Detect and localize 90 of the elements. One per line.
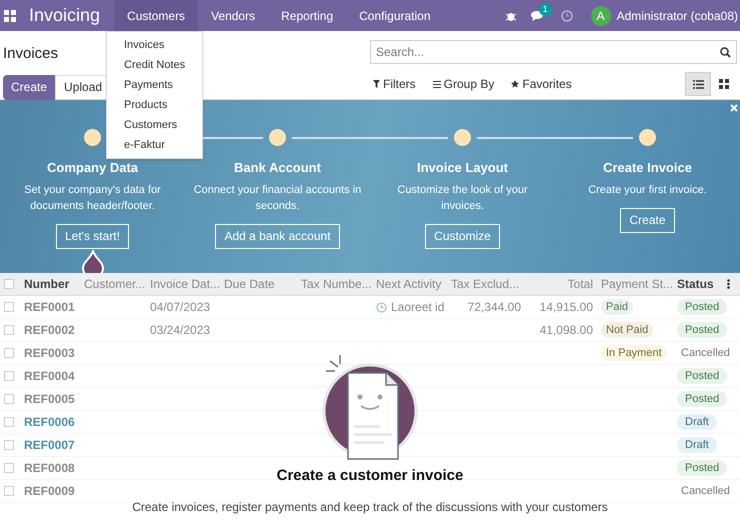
dropdown-item[interactable]: e-Faktur: [107, 135, 202, 155]
step-description: Set your company's data for documents header/footer.: [23, 182, 162, 214]
table-cell-text: REF0008: [24, 460, 75, 477]
step-title: Invoice Layout: [416, 159, 508, 177]
list-icon: [692, 80, 704, 88]
table-cell-text: REF0007: [24, 437, 75, 454]
table-cell-text: 03/24/2023: [150, 322, 210, 339]
row-checkbox[interactable]: [4, 417, 14, 427]
column-header[interactable]: Customer...: [80, 275, 146, 293]
nav-menu[interactable]: Reporting: [268, 0, 346, 31]
step-button[interactable]: Create: [620, 208, 675, 232]
status-badge: Posted: [677, 460, 728, 476]
next-activity: Laoreet id: [391, 299, 444, 316]
status-badge: Posted: [677, 322, 728, 338]
nav-menu[interactable]: Customers: [114, 0, 198, 31]
user-name[interactable]: Administrator (coba08): [616, 6, 738, 24]
column-header[interactable]: Next Activity: [372, 275, 447, 293]
step-description: Connect your financial accounts in seconds.: [192, 182, 362, 214]
table-cell-text: 41,098.00: [540, 322, 593, 339]
funnel-icon: [373, 80, 380, 88]
column-header[interactable]: Total: [525, 275, 597, 293]
status-label: Cancelled: [680, 346, 731, 361]
create-button[interactable]: Create: [3, 74, 56, 100]
row-checkbox[interactable]: [4, 463, 14, 473]
column-header[interactable]: Tax Exclud...: [447, 275, 525, 293]
column-header[interactable]: Payment St...: [597, 275, 673, 293]
filter-menu-button[interactable]: Group By: [432, 75, 494, 93]
status-badge: Draft: [677, 436, 717, 454]
table-cell-text: REF0001: [24, 299, 75, 316]
step-title: Create Invoice: [603, 159, 692, 177]
dropdown-item[interactable]: Customers: [107, 115, 202, 135]
column-header[interactable]: Invoice Dat...: [146, 275, 220, 293]
status-badge: Posted: [677, 368, 728, 384]
status-badge: Draft: [677, 414, 717, 430]
step-description: Customize the look of your invoices.: [396, 182, 529, 214]
grid-icon: [719, 79, 729, 89]
table-cell-text: REF0002: [24, 322, 75, 339]
table-cell-text: 04/07/2023: [150, 299, 210, 316]
filter-menu-button[interactable]: Favorites: [511, 75, 572, 93]
row-checkbox[interactable]: [4, 486, 14, 496]
close-icon[interactable]: [730, 104, 738, 112]
status-badge: Posted: [677, 298, 728, 316]
row-checkbox[interactable]: [4, 348, 14, 358]
column-header[interactable]: Status: [673, 275, 725, 293]
message-count-badge: 1: [538, 2, 552, 16]
apps-grid-icon[interactable]: [4, 10, 16, 22]
app-title[interactable]: Invoicing: [29, 2, 100, 29]
step-title: Company Data: [46, 159, 138, 177]
row-checkbox[interactable]: [4, 440, 14, 450]
empty-state-text: Create invoices, register payments and keep track of the discussions with your customers: [132, 498, 608, 516]
table-cell-text: REF0003: [24, 345, 75, 362]
table-cell-text: REF0006: [24, 414, 75, 431]
row-checkbox[interactable]: [4, 394, 14, 404]
column-header[interactable]: Due Date: [220, 275, 297, 293]
table-cell-text: REF0005: [24, 391, 75, 408]
column-header[interactable]: Tax Numbe...: [297, 275, 372, 293]
row-checkbox[interactable]: [4, 325, 14, 335]
step-button[interactable]: Customize: [425, 224, 500, 248]
status-badge: Posted: [677, 390, 728, 408]
step-description: Create your first invoice.: [587, 182, 708, 198]
row-checkbox[interactable]: [4, 302, 14, 312]
nav-menu[interactable]: Vendors: [198, 0, 268, 31]
table-cell-text: REF0004: [24, 368, 75, 385]
star-icon: [511, 80, 520, 88]
clock-icon: [376, 302, 387, 312]
list-view-button[interactable]: [685, 72, 711, 96]
payment-status-badge: In Payment: [601, 344, 667, 362]
column-header[interactable]: Number: [20, 275, 80, 293]
chat-icon[interactable]: [530, 10, 545, 22]
payment-status-badge: Not Paid: [601, 322, 654, 338]
table-cell-text: REF0009: [24, 483, 75, 500]
step-button[interactable]: Add a bank account: [215, 224, 340, 248]
nav-menu[interactable]: Configuration: [346, 0, 444, 31]
page-title: Invoices: [3, 45, 58, 62]
table-cell-text: 14,915.00: [540, 299, 593, 316]
step-title: Bank Account: [234, 159, 321, 177]
empty-state-title: Create a customer invoice: [276, 466, 464, 486]
select-all-checkbox[interactable]: [4, 279, 14, 289]
row-checkbox[interactable]: [4, 371, 14, 381]
table-cell-text: 72,344.00: [468, 299, 521, 316]
clock-icon[interactable]: [560, 10, 573, 22]
user-avatar[interactable]: A: [590, 6, 611, 26]
kebab-icon[interactable]: [727, 279, 730, 289]
filter-menu-button[interactable]: Filters: [373, 75, 416, 93]
status-label: Cancelled: [680, 484, 731, 499]
step-button[interactable]: Let's start!: [56, 224, 129, 248]
dropdown-item[interactable]: Invoices: [107, 35, 202, 55]
dropdown-item[interactable]: Credit Notes: [107, 55, 202, 75]
payment-status-badge: Paid: [601, 298, 634, 316]
bars-icon: [432, 80, 441, 88]
